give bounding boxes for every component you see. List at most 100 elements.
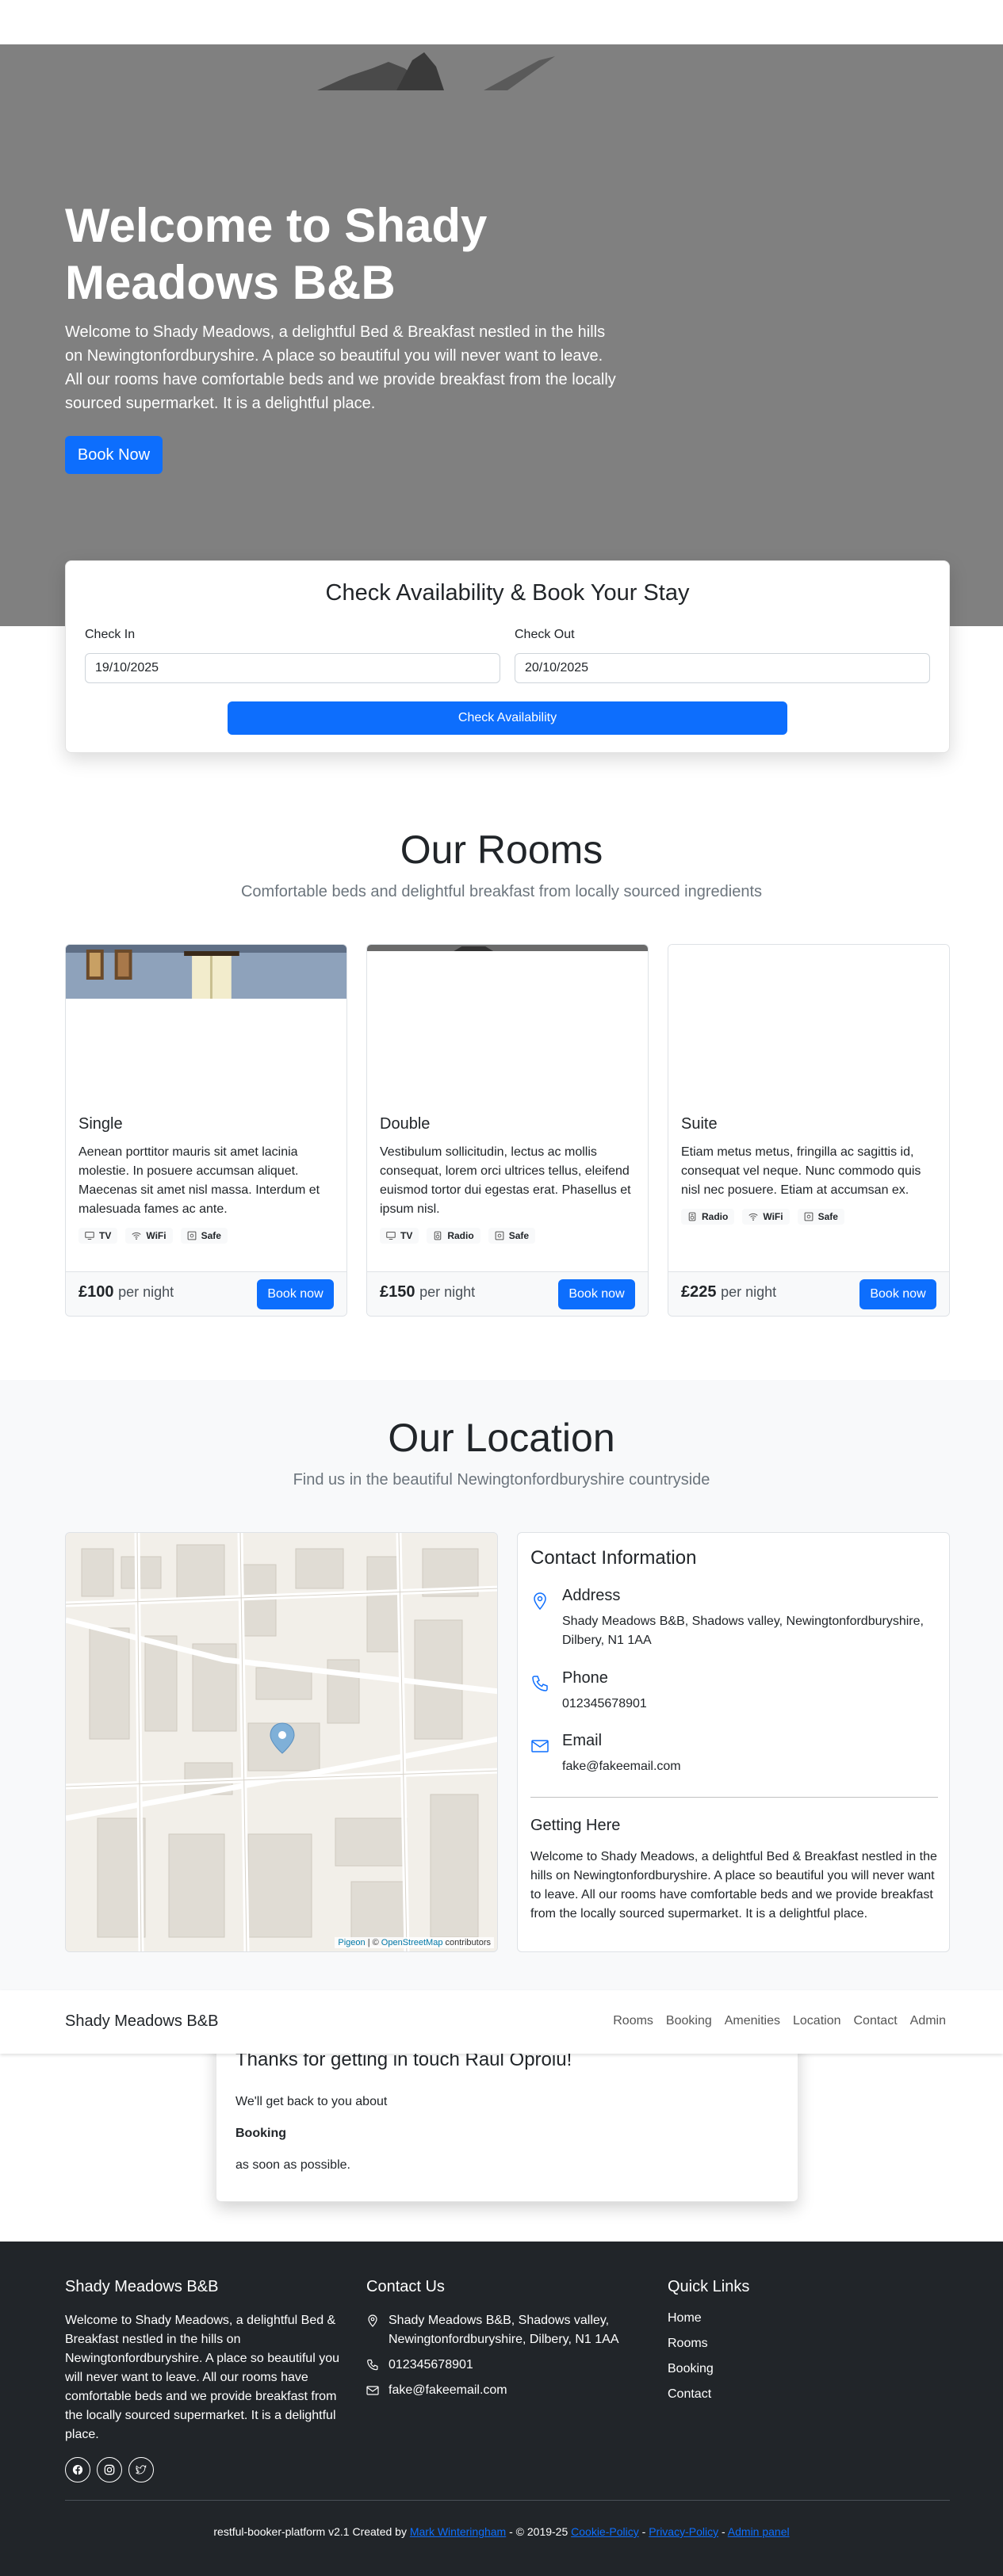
room-footer: £100 per night Book now xyxy=(66,1271,346,1316)
instagram-link[interactable] xyxy=(97,2457,122,2482)
leaflet-link[interactable]: Pigeon xyxy=(338,1938,365,1947)
amenity-label: Radio xyxy=(447,1230,474,1241)
amenity-badge: TV xyxy=(380,1228,419,1244)
admin-panel-link[interactable]: Admin panel xyxy=(728,2525,790,2538)
thanks-message: We'll get back to you about xyxy=(235,2095,388,2108)
room-price: £225 per night xyxy=(681,1283,776,1301)
thanks-subject: Booking xyxy=(235,2127,286,2140)
footer-email: fake@fakeemail.com xyxy=(366,2381,652,2400)
navbar-brand[interactable]: Shady Meadows B&B xyxy=(65,2012,218,2031)
email-label: Email xyxy=(562,1732,603,1749)
footer-brand: Shady Meadows B&B xyxy=(65,2278,219,2295)
facebook-link[interactable] xyxy=(65,2457,90,2482)
price-value: £225 xyxy=(681,1283,717,1301)
check-out-label: Check Out xyxy=(515,628,575,641)
amenity-badge: WiFi xyxy=(742,1209,790,1225)
hero-background-image xyxy=(317,52,555,90)
room-name: Suite xyxy=(681,1115,718,1133)
getting-here-text: Welcome to Shady Meadows, a delightful B… xyxy=(530,1850,937,1921)
footer-phone: 012345678901 xyxy=(366,2356,652,2375)
wifi-icon xyxy=(132,1232,141,1240)
amenity-label: Radio xyxy=(702,1211,729,1222)
quick-link-home[interactable]: Home xyxy=(668,2311,702,2326)
footer-credits: restful-booker-platform v2.1 Created by … xyxy=(0,2525,1003,2538)
price-suffix: per night xyxy=(721,1284,777,1300)
quick-link-contact[interactable]: Contact xyxy=(668,2387,711,2402)
check-availability-button[interactable]: Check Availability xyxy=(228,701,787,735)
footer-divider xyxy=(65,2500,950,2501)
privacy-policy-link[interactable]: Privacy-Policy xyxy=(649,2525,718,2538)
footer-about: Welcome to Shady Meadows, a delightful B… xyxy=(65,2314,339,2441)
credits-copyright: - © 2019-25 xyxy=(509,2525,568,2538)
wifi-icon xyxy=(748,1213,758,1221)
osm-link[interactable]: OpenStreetMap xyxy=(381,1938,443,1947)
footer-address-text: Shady Meadows B&B, Shadows valley, Newin… xyxy=(389,2314,619,2346)
rooms-subtitle: Comfortable beds and delightful breakfas… xyxy=(240,883,763,900)
nav-link-booking[interactable]: Booking xyxy=(666,2014,712,2028)
attribution-separator: | © xyxy=(367,1938,379,1947)
nav-link-contact[interactable]: Contact xyxy=(854,2014,898,2028)
twitter-link[interactable] xyxy=(128,2457,154,2482)
nav-link-location[interactable]: Location xyxy=(793,2014,841,2028)
radio-icon xyxy=(435,1231,442,1240)
credits-dash: - xyxy=(721,2525,725,2538)
facebook-icon xyxy=(72,2464,83,2475)
safe-icon xyxy=(187,1231,196,1240)
credits-prefix: restful-booker-platform v2.1 Created by xyxy=(213,2525,407,2538)
room-image xyxy=(66,945,346,1103)
cookie-policy-link[interactable]: Cookie-Policy xyxy=(571,2525,639,2538)
room-description: Vestibulum sollicitudin, lectus ac molli… xyxy=(380,1145,631,1216)
tv-icon xyxy=(85,1231,94,1240)
amenity-label: Safe xyxy=(508,1230,530,1241)
footer-email-text: fake@fakeemail.com xyxy=(389,2383,507,2397)
check-out-input[interactable] xyxy=(515,653,930,683)
footer: Shady Meadows B&B Welcome to Shady Meado… xyxy=(0,2242,1003,2576)
nav-links: Rooms Booking Amenities Location Contact… xyxy=(613,2014,946,2028)
map[interactable]: Pigeon | © OpenStreetMap contributors xyxy=(65,1532,498,1952)
radio-icon xyxy=(688,1212,696,1221)
book-room-button[interactable]: Book now xyxy=(859,1279,936,1309)
footer-contact-title: Contact Us xyxy=(366,2278,445,2295)
address-value: Shady Meadows B&B, Shadows valley, Newin… xyxy=(562,1615,924,1647)
email-value: fake@fakeemail.com xyxy=(562,1760,681,1773)
availability-card: Check Availability & Book Your Stay Chec… xyxy=(65,560,950,753)
quick-link-booking[interactable]: Booking xyxy=(668,2362,714,2376)
amenity-label: WiFi xyxy=(146,1230,167,1241)
author-link[interactable]: Mark Winteringham xyxy=(410,2525,506,2538)
room-price: £150 per night xyxy=(380,1283,475,1301)
safe-icon xyxy=(804,1212,813,1221)
room-image xyxy=(367,945,648,1103)
nav-link-admin[interactable]: Admin xyxy=(910,2014,946,2028)
book-room-button[interactable]: Book now xyxy=(257,1279,334,1309)
room-price: £100 per night xyxy=(78,1283,174,1301)
price-suffix: per night xyxy=(419,1284,476,1300)
room-card-double: Double Vestibulum sollicitudin, lectus a… xyxy=(366,944,649,1317)
location-pin-icon xyxy=(368,2314,377,2327)
room-image xyxy=(668,945,949,1103)
book-room-button[interactable]: Book now xyxy=(558,1279,635,1309)
amenity-label: TV xyxy=(400,1230,413,1241)
nav-link-rooms[interactable]: Rooms xyxy=(613,2014,653,2028)
credits-dash: - xyxy=(641,2525,646,2538)
location-title: Our Location xyxy=(388,1416,615,1460)
room-description: Aenean porttitor mauris sit amet lacinia… xyxy=(78,1145,320,1216)
contact-info-title: Contact Information xyxy=(530,1547,697,1569)
room-name: Single xyxy=(78,1115,123,1133)
room-amenities: TV Radio Safe xyxy=(380,1228,536,1244)
envelope-icon xyxy=(366,2386,379,2395)
amenity-badge: TV xyxy=(78,1228,118,1244)
check-in-input[interactable] xyxy=(85,653,500,683)
room-description: Etiam metus metus, fringilla ac sagittis… xyxy=(681,1145,921,1197)
room-card-single: Single Aenean porttitor mauris sit amet … xyxy=(65,944,347,1317)
navbar: Shady Meadows B&B Rooms Booking Amenitie… xyxy=(0,1990,1003,2054)
quick-link-rooms[interactable]: Rooms xyxy=(668,2337,708,2351)
nav-link-amenities[interactable]: Amenities xyxy=(725,2014,780,2028)
amenity-label: TV xyxy=(99,1230,112,1241)
room-amenities: Radio WiFi Safe xyxy=(681,1209,844,1225)
contact-success-card: Thanks for getting in touch Raul Oproiu!… xyxy=(216,2029,798,2202)
envelope-icon xyxy=(531,1740,549,1752)
amenity-badge: Safe xyxy=(180,1228,228,1244)
location-subtitle: Find us in the beautiful Newingtonfordbu… xyxy=(293,1471,710,1489)
map-attribution: Pigeon | © OpenStreetMap contributors xyxy=(335,1937,494,1948)
book-now-button[interactable]: Book Now xyxy=(65,436,163,474)
